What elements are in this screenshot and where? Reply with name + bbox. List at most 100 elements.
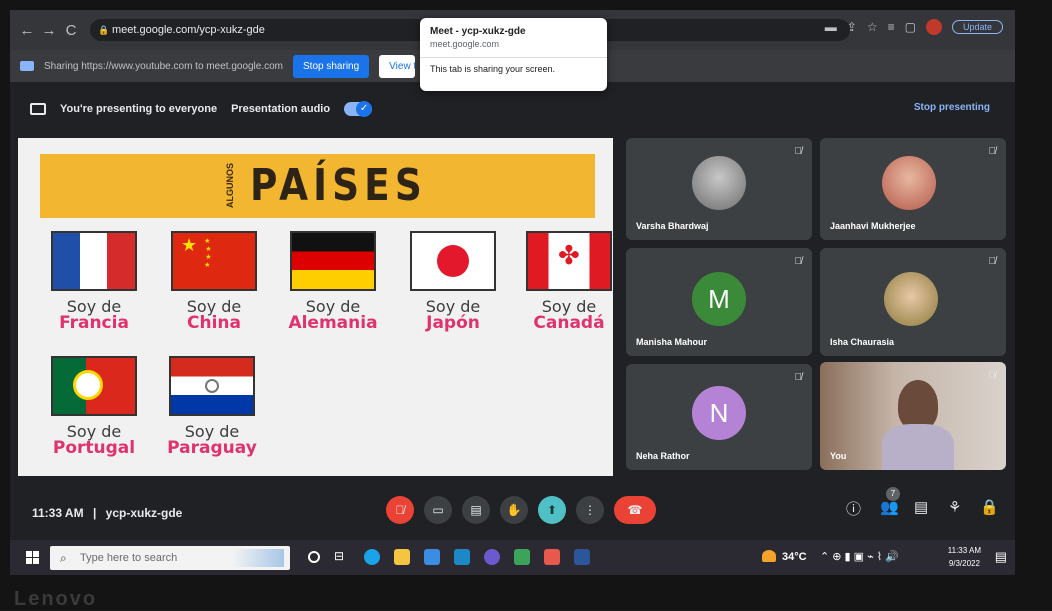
notification-icon[interactable]: ▤ [995,549,1007,565]
sharing-text: Sharing https://www.youtube.com to meet.… [44,60,284,72]
chrome-icon[interactable] [514,549,530,565]
china-flag: ★ ★ ★ ★ ★ [171,231,257,291]
country-card: Soy de Francia [39,231,149,332]
presentation-audio-toggle[interactable]: ✓ [344,101,373,117]
mic-off-icon: 🎙̸ [988,256,997,267]
mic-off-icon: 🎙̸ [794,256,803,267]
participant-tile[interactable]: 🎙̸ Jaanhavi Mukherjee [820,138,1006,240]
meeting-details-icon[interactable]: ⓘ [846,498,861,519]
germany-flag [290,231,376,291]
presentation-audio-label: Presentation audio [231,103,331,115]
present-button[interactable]: ⬆ [538,496,566,524]
forward-icon[interactable]: → [38,22,60,39]
people-icon[interactable]: 👥 [880,498,899,516]
canada-flag: ✤ [526,231,612,291]
participant-tile[interactable]: 🎙̸ N Neha Rathor [626,364,812,470]
app-icon[interactable] [484,549,500,565]
slide-subtitle: ALGUNOS [225,163,235,208]
monitor-brand-logo: Lenovo [14,588,98,610]
maple-leaf-icon: ✤ [558,241,580,271]
star-icon[interactable]: ☆ [867,20,878,34]
meeting-code: ycp-xukz-gde [105,506,183,520]
powerpoint-icon[interactable] [544,549,560,565]
word-icon[interactable] [574,549,590,565]
country-card: ★ ★ ★ ★ ★ Soy de China [159,231,269,332]
more-options-button[interactable]: ⋮ [576,496,604,524]
meeting-time: 11:33 AM [32,506,84,520]
stop-sharing-button[interactable]: Stop sharing [293,54,370,78]
chat-icon[interactable]: ▤ [914,498,928,516]
shared-slide: ALGUNOS PAÍSES Soy de Francia ★ ★ ★ ★ ★ S… [18,138,613,476]
participant-tile[interactable]: 🎙̸ Isha Chaurasia [820,248,1006,356]
small-stars-icon: ★ ★ ★ ★ [203,237,212,269]
participant-tile[interactable]: 🎙̸ Varsha Bhardwaj [626,138,812,240]
share-icon[interactable]: ⇪ [847,20,857,34]
raise-hand-button[interactable]: ✋ [500,496,528,524]
search-icon: ⌕ [60,551,67,565]
participant-name: Isha Chaurasia [830,337,895,347]
tray-icons[interactable]: ⌃ ⊕ ▮ ▣ ⌁ ⌇ 🔊 [820,550,899,563]
url-text: meet.google.com/ycp-xukz-gde [112,24,265,36]
country-card: Soy de Japón [398,231,508,332]
camera-icon[interactable]: ▬ [825,20,837,34]
meet-control-bar: 11:33 AM | ycp-xukz-gde 🎙̸ ▭ ▤ ✋ ⬆ ⋮ ☎ ⓘ… [10,486,1015,530]
country-card: Soy de Portugal [39,356,149,457]
participant-photo [882,156,936,210]
windows-start-icon[interactable] [26,551,39,564]
windows-taskbar: ⌕ Type here to search ⊟ 34°C ⌃ ⊕ ▮ ▣ ⌁ ⌇… [10,540,1015,575]
participant-name: Jaanhavi Mukherjee [830,221,916,231]
self-view-tile[interactable]: 🎙̸ You [820,362,1006,470]
update-button[interactable]: Update [951,20,1003,34]
country-name: China [187,313,241,333]
screen: ← → C 🔒 meet.google.com/ycp-xukz-gde ▬ ⇪… [10,10,1015,575]
participant-name: Manisha Mahour [636,337,708,347]
country-name: Francia [59,313,129,333]
country-name: Canadá [533,313,605,333]
self-video-body [882,424,954,470]
check-icon: ✓ [356,101,373,117]
participant-initial-avatar: M [692,272,746,326]
reload-icon[interactable]: C [60,22,82,39]
mic-off-icon: 🎙̸ [988,146,997,157]
profile-avatar[interactable] [925,19,942,35]
tab-sharing-popup: Meet - ycp-xukz-gde meet.google.com This… [420,18,607,91]
screen-share-icon [20,61,34,71]
taskbar-search[interactable]: ⌕ Type here to search [50,546,290,570]
view-tab-button[interactable]: View tab [379,54,416,78]
edge-icon[interactable] [364,549,380,565]
country-card: Soy de Paraguay [157,356,267,457]
mic-off-button[interactable]: 🎙̸ [386,496,414,524]
stop-presenting-button[interactable]: Stop presenting [914,102,990,113]
captions-button[interactable]: ▤ [462,496,490,524]
country-card: Soy de Alemania [278,231,388,332]
file-explorer-icon[interactable] [394,549,410,565]
country-name: Portugal [52,438,136,458]
participant-initial-avatar: N [692,386,746,440]
reading-list-icon[interactable]: ≡ [888,20,895,34]
camera-button[interactable]: ▭ [424,496,452,524]
portugal-flag [51,356,137,416]
taskbar-clock[interactable]: 11:33 AM 9/3/2022 [948,544,981,570]
back-icon[interactable]: ← [16,22,38,39]
popup-domain: meet.google.com [430,39,500,49]
slide-title: PAÍSES [250,160,427,211]
paraguay-flag [169,356,255,416]
emblem-icon [205,379,219,393]
task-view-icon[interactable]: ⊟ [334,549,350,565]
popup-title: Meet - ycp-xukz-gde [430,26,526,37]
window-icon[interactable]: ▢ [905,20,916,34]
participant-name: Varsha Bhardwaj [636,221,709,231]
country-name: Alemania [288,313,378,333]
cortana-icon[interactable] [308,551,320,563]
slide-banner: ALGUNOS PAÍSES [40,154,595,218]
meeting-info: 11:33 AM | ycp-xukz-gde [32,506,182,520]
activities-icon[interactable]: ⚘ [948,498,961,516]
coat-of-arms-icon [73,370,103,400]
end-call-button[interactable]: ☎ [614,496,656,524]
store-icon[interactable] [424,549,440,565]
country-card: ✤ Soy de Canadá [514,231,613,332]
country-name: Paraguay [167,438,257,458]
mail-icon[interactable] [454,549,470,565]
host-controls-icon[interactable]: 🔒 [980,498,999,516]
participant-tile[interactable]: 🎙̸ M Manisha Mahour [626,248,812,356]
